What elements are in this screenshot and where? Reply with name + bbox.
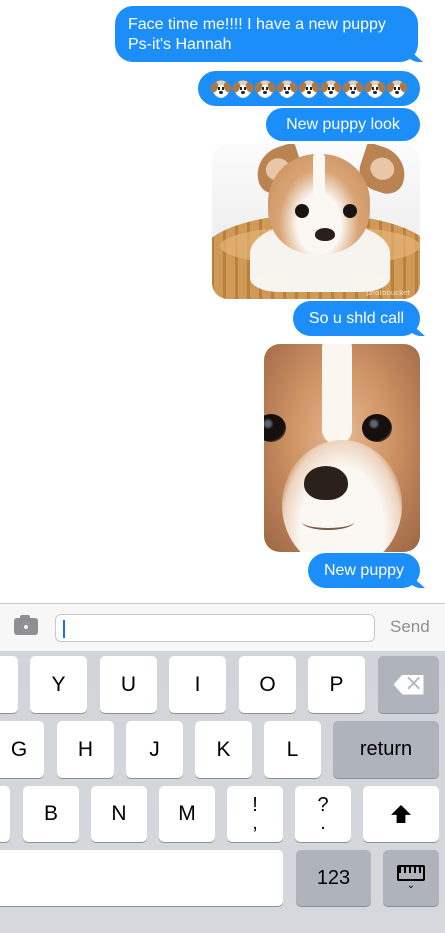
key-h[interactable]: H xyxy=(57,721,114,778)
message-input-bar: Send xyxy=(0,603,445,651)
message-text: Ps-it's Hannah xyxy=(128,36,232,53)
dog-face-emoji xyxy=(365,78,385,99)
emoji-message-bubble[interactable] xyxy=(198,71,420,106)
message-text: So u shld call xyxy=(308,309,405,327)
dog-face-emoji xyxy=(211,78,231,99)
key-bottom-char: . xyxy=(320,812,326,834)
return-key[interactable]: return xyxy=(333,721,439,778)
key-y[interactable]: Y xyxy=(30,656,87,713)
key-t[interactable] xyxy=(0,656,18,713)
keyboard-icon xyxy=(397,865,425,881)
dog-face-emoji xyxy=(233,78,253,99)
dog-face-emoji xyxy=(343,78,363,99)
key-b[interactable]: B xyxy=(23,786,79,842)
key-question-period[interactable]: ? . xyxy=(295,786,351,842)
message-text: New puppy xyxy=(323,561,405,579)
key-v[interactable] xyxy=(0,786,10,842)
key-l[interactable]: L xyxy=(264,721,321,778)
camera-icon[interactable] xyxy=(14,615,38,635)
message-bubble[interactable]: New puppy look xyxy=(266,108,420,141)
puppy-closeup-photo[interactable] xyxy=(264,344,420,552)
emoji-row xyxy=(210,78,408,99)
key-n[interactable]: N xyxy=(91,786,147,842)
message-text: New puppy look xyxy=(286,115,400,133)
message-input[interactable] xyxy=(55,614,375,642)
key-i[interactable]: I xyxy=(169,656,226,713)
delete-key[interactable] xyxy=(378,656,439,713)
key-p[interactable]: P xyxy=(308,656,365,713)
send-button[interactable]: Send xyxy=(390,617,430,637)
dog-face-emoji xyxy=(277,78,297,99)
message-text: Face time me!!!! I have a new puppy xyxy=(128,16,386,33)
dog-face-emoji xyxy=(321,78,341,99)
shift-icon xyxy=(391,805,411,823)
key-bottom-char: , xyxy=(252,812,258,834)
photo-watermark: photobucket xyxy=(366,289,410,297)
key-u[interactable]: U xyxy=(100,656,157,713)
chevron-down-icon: ⌄ xyxy=(406,880,416,891)
dog-face-emoji xyxy=(299,78,319,99)
bubble-tail xyxy=(409,322,425,336)
puppy-eye xyxy=(264,414,286,442)
key-g[interactable]: G xyxy=(0,721,44,778)
dog-face-emoji xyxy=(387,78,407,99)
bubble-tail xyxy=(409,574,425,588)
message-bubble[interactable]: Face time me!!!! I have a new puppy Ps-i… xyxy=(115,6,423,62)
message-bubble[interactable]: So u shld call xyxy=(293,301,425,336)
key-m[interactable]: M xyxy=(159,786,215,842)
message-bubble[interactable]: New puppy xyxy=(308,553,425,588)
puppy-eye xyxy=(362,414,392,442)
key-o[interactable]: O xyxy=(239,656,296,713)
puppy-photo[interactable]: photobucket xyxy=(212,144,420,299)
key-k[interactable]: K xyxy=(195,721,252,778)
dog-face-emoji xyxy=(255,78,275,99)
key-j[interactable]: J xyxy=(126,721,183,778)
keyboard: Y U I O P G H J K L return B N M ! , ? .… xyxy=(0,651,445,933)
bubble-tail xyxy=(407,48,423,62)
delete-icon xyxy=(393,674,424,695)
numbers-key[interactable]: 123 xyxy=(296,850,371,906)
keyboard-dismiss-key[interactable]: ⌄ xyxy=(383,850,439,906)
space-bar[interactable] xyxy=(0,850,283,906)
text-caret xyxy=(63,620,65,638)
puppy-nose xyxy=(304,466,348,500)
shift-key[interactable] xyxy=(363,786,439,842)
key-exclamation-comma[interactable]: ! , xyxy=(227,786,283,842)
